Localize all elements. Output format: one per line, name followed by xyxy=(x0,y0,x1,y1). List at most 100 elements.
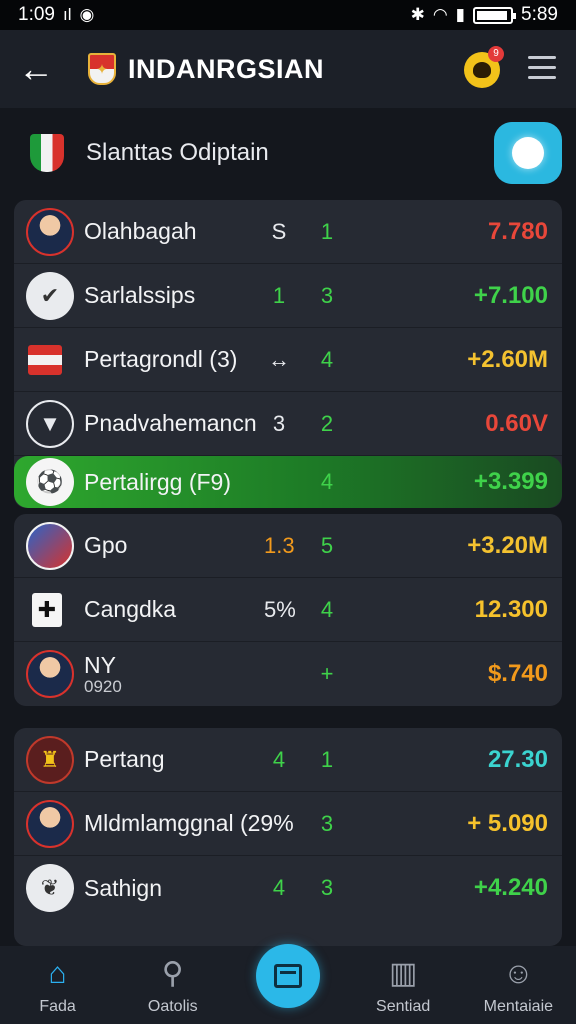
nav-label: Mentaiaie xyxy=(483,998,554,1015)
league-flag-icon: ✦ xyxy=(88,53,116,85)
nav-label: Oatolis xyxy=(147,998,198,1015)
team-name: Mldmlamggnal (29% xyxy=(84,810,294,837)
team-name: Sathign xyxy=(84,875,162,902)
search-icon: ⚲ xyxy=(161,957,184,990)
person-avatar-icon xyxy=(26,207,74,256)
stat-column-1: 4 xyxy=(272,875,286,900)
value-text: +7.100 xyxy=(473,281,548,309)
value-text: 27.30 xyxy=(487,745,548,773)
value-text: +3.399 xyxy=(473,468,548,495)
section-header: Slanttas Odiptain xyxy=(0,118,576,188)
team-name: Sarlalssips xyxy=(84,282,195,309)
nav-item-center[interactable] xyxy=(233,944,343,1016)
notification-button[interactable]: 9 xyxy=(464,46,504,88)
stat-column-2: 3 xyxy=(320,875,334,900)
stat-column-2: 1 xyxy=(320,746,334,772)
value-text: +3.20M xyxy=(467,531,548,559)
stat-column-1: S xyxy=(271,218,287,244)
table-row[interactable]: Olahbagah S 1 7.780 xyxy=(14,200,562,264)
stat-column-1: 1 xyxy=(272,282,286,308)
standings-card-3: ♜ Pertang 4 1 27.30 Mldmlamggnal (29% 3 + 5.090… xyxy=(14,728,562,946)
value-text: + 5.090 xyxy=(467,809,548,837)
nav-item-user[interactable]: ☺ Mentaiaie xyxy=(463,956,573,1016)
stat-column-2: 5 xyxy=(320,532,334,558)
table-row[interactable]: ❦ Sathign 4 3 +4.240 xyxy=(14,856,562,920)
standings-card-1: Olahbagah S 1 7.780 ✔ Sarlalssips 1 3 +7.100 Pert… xyxy=(14,200,562,508)
bluetooth-icon: ✱ xyxy=(410,5,425,24)
team-name-text: NY xyxy=(84,652,116,678)
stat-column-1: 1.3 xyxy=(264,532,295,558)
stat-column-1: 4 xyxy=(272,746,286,772)
table-row-highlighted[interactable]: ⚽ Pertalirgg (F9) 4 +3.399 xyxy=(14,456,562,508)
page-title: INDANRGSIAN xyxy=(128,53,325,84)
circle-status-icon: ◉ xyxy=(79,5,95,24)
person-avatar-icon xyxy=(26,650,74,698)
cross-avatar-icon: ✚ xyxy=(32,592,62,627)
value-text: +4.240 xyxy=(473,874,548,901)
stat-column-2: 4 xyxy=(320,346,334,372)
value-text: +2.60M xyxy=(467,345,548,373)
team-name-text: Sathign xyxy=(84,874,163,901)
stat-column-2: 1 xyxy=(320,218,334,244)
stat-column-2: + xyxy=(320,661,334,686)
value-text: 12.300 xyxy=(474,595,548,623)
table-row[interactable]: ▼ Pnadvahemancn 3 2 0.60V xyxy=(14,392,562,456)
standings-card-2: Gpo 1.3 5 +3.20M ✚ Cangdka 5% 4 12.300 NY 0920 + $.7… xyxy=(14,514,562,706)
value-text: 0.60V xyxy=(485,409,548,437)
team-name: Pertalirgg (F9) xyxy=(84,469,231,496)
home-icon: ⌂ xyxy=(48,957,67,990)
notification-badge: 9 xyxy=(488,46,504,62)
nav-item-search[interactable]: ⚲ Oatolis xyxy=(118,956,228,1016)
stat-column-2: 4 xyxy=(320,469,334,494)
bottom-navigation: ⌂ Fada ⚲ Oatolis ▥ Sentiad ☺ Mentaiaie xyxy=(0,944,576,1024)
table-row[interactable]: ✚ Cangdka 5% 4 12.300 xyxy=(14,578,562,642)
table-row[interactable]: NY 0920 + $.740 xyxy=(14,642,562,706)
team-name: Gpo xyxy=(84,532,127,559)
team-name: Pnadvahemancn xyxy=(84,410,257,437)
team-subtext: 0920 xyxy=(84,677,122,696)
shield-flag-icon xyxy=(30,134,64,172)
nav-label: Sentiad xyxy=(376,998,431,1015)
flag-avatar-icon xyxy=(28,344,62,375)
toggle-knob xyxy=(512,137,544,169)
section-title: Slanttas Odiptain xyxy=(86,139,269,166)
nav-label: Fada xyxy=(39,998,76,1015)
chart-icon: ▥ xyxy=(388,957,418,990)
table-row[interactable]: Gpo 1.3 5 +3.20M xyxy=(14,514,562,578)
table-row[interactable]: Pertagrondl (3) ↔ 4 +2.60M xyxy=(14,328,562,392)
stat-column-1: 5% xyxy=(264,596,296,622)
team-name-text: Gpo xyxy=(84,532,128,558)
table-row[interactable]: ♜ Pertang 4 1 27.30 xyxy=(14,728,562,792)
crest-avatar-icon xyxy=(26,521,74,570)
stat-column-1: ↔ xyxy=(268,346,290,372)
status-time-right: 5:89 xyxy=(521,4,558,25)
wifi-icon: ◠ xyxy=(432,5,448,24)
team-name-text: Pertalirgg (F9) xyxy=(84,468,231,495)
toggle-button[interactable] xyxy=(494,122,562,184)
person-avatar-icon xyxy=(26,799,74,848)
stat-column-2: 3 xyxy=(320,282,334,308)
stat-column-2: 3 xyxy=(320,810,334,836)
shield-avatar-icon: ▼ xyxy=(26,399,74,448)
nav-item-chart[interactable]: ▥ Sentiad xyxy=(348,956,458,1016)
team-name-text: Sarlalssips xyxy=(84,282,196,308)
value-text: $.740 xyxy=(487,660,548,687)
stat-column-1: 3 xyxy=(272,410,286,436)
notification-icon xyxy=(473,62,491,78)
team-name-text: Pertagrondl (3) xyxy=(84,346,238,372)
team-name: Olahbagah xyxy=(84,218,197,245)
hamburger-menu-icon[interactable] xyxy=(528,56,556,86)
value-text: 7.780 xyxy=(487,217,548,245)
stat-column-2: 2 xyxy=(320,410,334,436)
signal-bars-icon: ▮ xyxy=(455,5,466,24)
team-name: Pertang xyxy=(84,746,165,773)
stat-column-2: 4 xyxy=(320,596,334,622)
nav-item-home[interactable]: ⌂ Fada xyxy=(3,956,113,1016)
user-icon: ☺ xyxy=(503,957,534,990)
team-name: NY 0920 xyxy=(84,654,122,698)
table-row[interactable]: Mldmlamggnal (29% 3 + 5.090 xyxy=(14,792,562,856)
back-arrow-icon[interactable]: ← xyxy=(18,48,58,90)
table-row[interactable]: ✔ Sarlalssips 1 3 +7.100 xyxy=(14,264,562,328)
team-name-text: Pnadvahemancn xyxy=(84,410,257,436)
center-action-icon[interactable] xyxy=(255,944,320,1008)
